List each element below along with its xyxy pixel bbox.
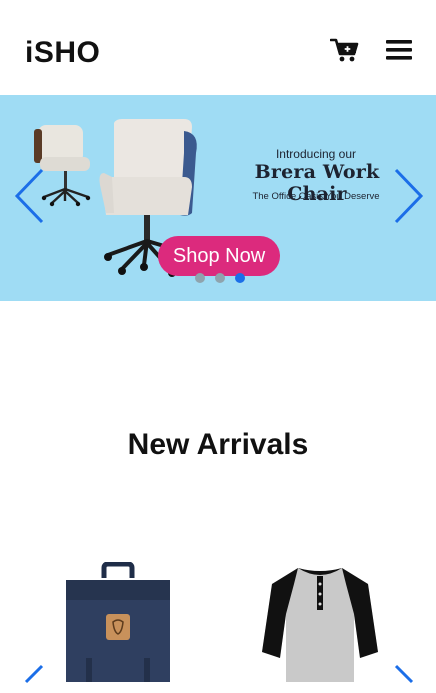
chevron-right-icon[interactable] — [392, 664, 418, 688]
shop-now-button[interactable]: Shop Now — [158, 236, 280, 276]
hero-banner: Introducing our Brera Work Chair The Off… — [0, 95, 436, 301]
hamburger-menu-icon[interactable] — [386, 40, 412, 60]
new-arrivals-heading: New Arrivals — [127, 428, 309, 461]
chevron-right-icon[interactable] — [392, 167, 426, 225]
header: iSHO — [0, 0, 436, 95]
product-image-shirt[interactable] — [258, 562, 382, 682]
chevron-left-icon[interactable] — [12, 167, 46, 225]
chevron-left-icon[interactable] — [20, 664, 46, 688]
carousel-dot-1[interactable] — [195, 273, 205, 283]
carousel-dot-3[interactable] — [235, 273, 245, 283]
site-logo[interactable]: iSHO — [25, 36, 100, 70]
product-image-backpack[interactable] — [56, 562, 180, 682]
carousel-dot-2[interactable] — [215, 273, 225, 283]
cart-icon[interactable] — [329, 37, 360, 63]
banner-intro-text: Introducing our — [275, 147, 357, 161]
banner-subtitle: The Office Oasis You Deserve — [252, 191, 380, 202]
carousel-indicators — [195, 273, 245, 283]
